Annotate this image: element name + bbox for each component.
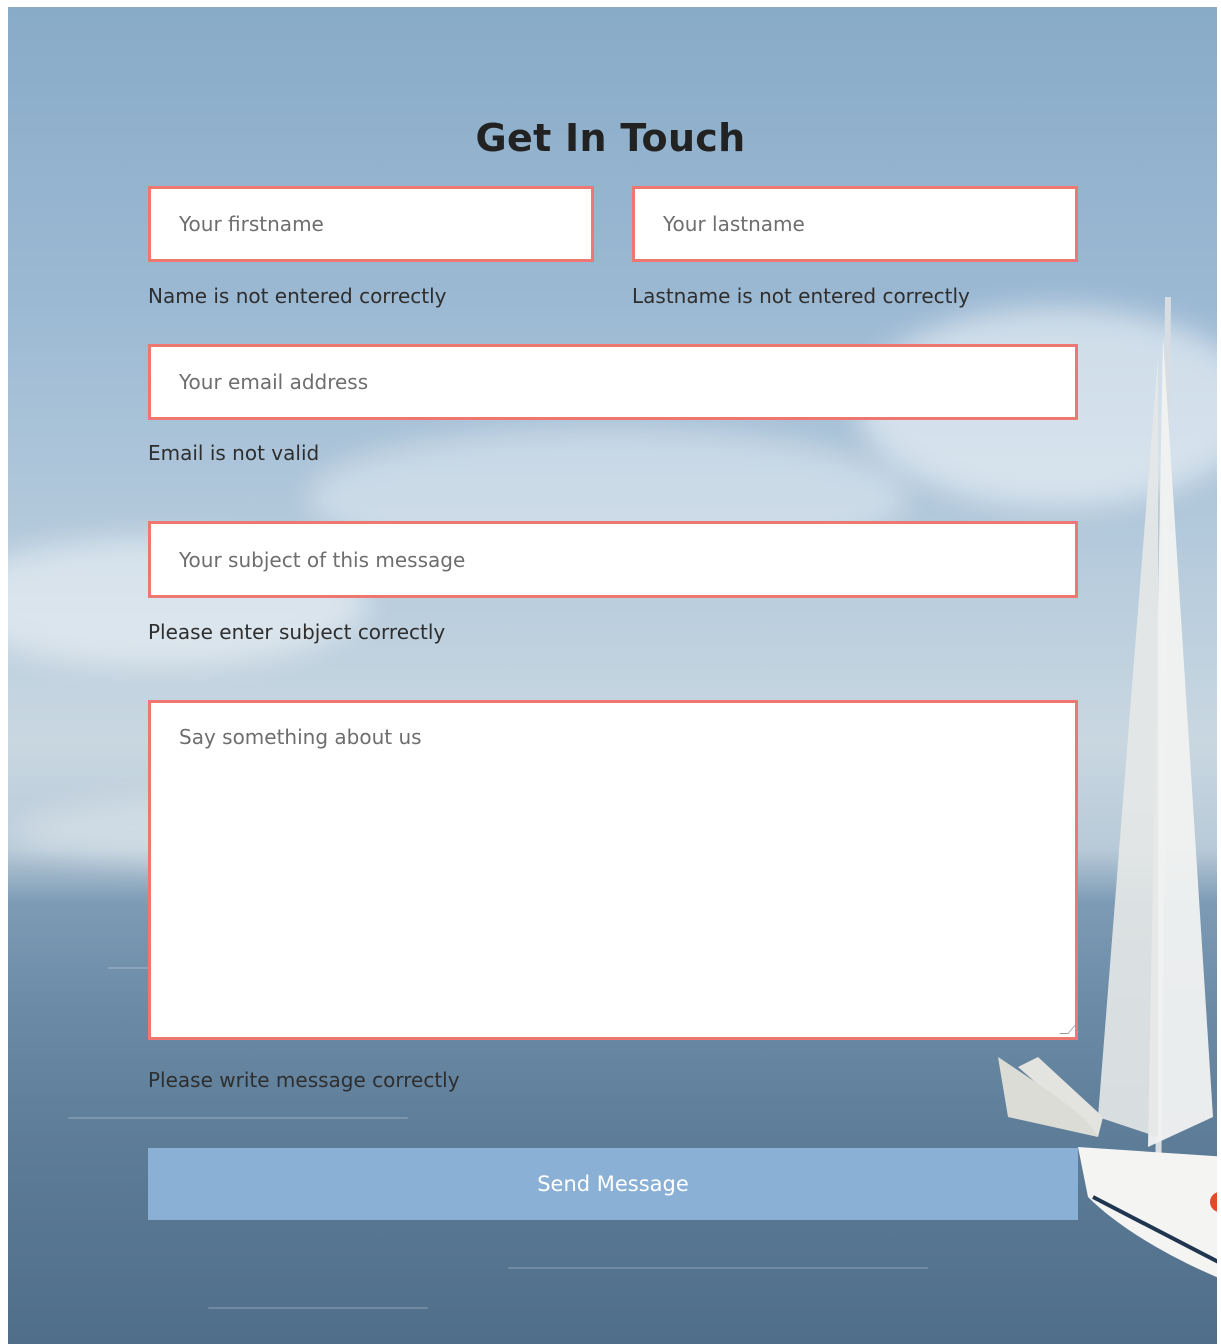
subject-field[interactable]	[148, 521, 1078, 598]
lastname-error: Lastname is not entered correctly	[632, 284, 970, 308]
email-field[interactable]	[148, 344, 1078, 420]
subject-input[interactable]	[151, 524, 1075, 595]
send-message-button[interactable]: Send Message	[148, 1148, 1078, 1220]
firstname-field[interactable]	[148, 186, 594, 262]
message-field[interactable]	[148, 700, 1078, 1040]
message-error: Please write message correctly	[148, 1068, 460, 1092]
firstname-error: Name is not entered correctly	[148, 284, 447, 308]
page-title: Get In Touch	[475, 116, 746, 160]
message-textarea[interactable]	[151, 703, 1075, 1037]
firstname-input[interactable]	[151, 189, 591, 259]
email-error: Email is not valid	[148, 441, 320, 465]
email-input[interactable]	[151, 347, 1075, 417]
subject-error: Please enter subject correctly	[148, 620, 446, 644]
lastname-field[interactable]	[632, 186, 1078, 262]
lastname-input[interactable]	[635, 189, 1075, 259]
